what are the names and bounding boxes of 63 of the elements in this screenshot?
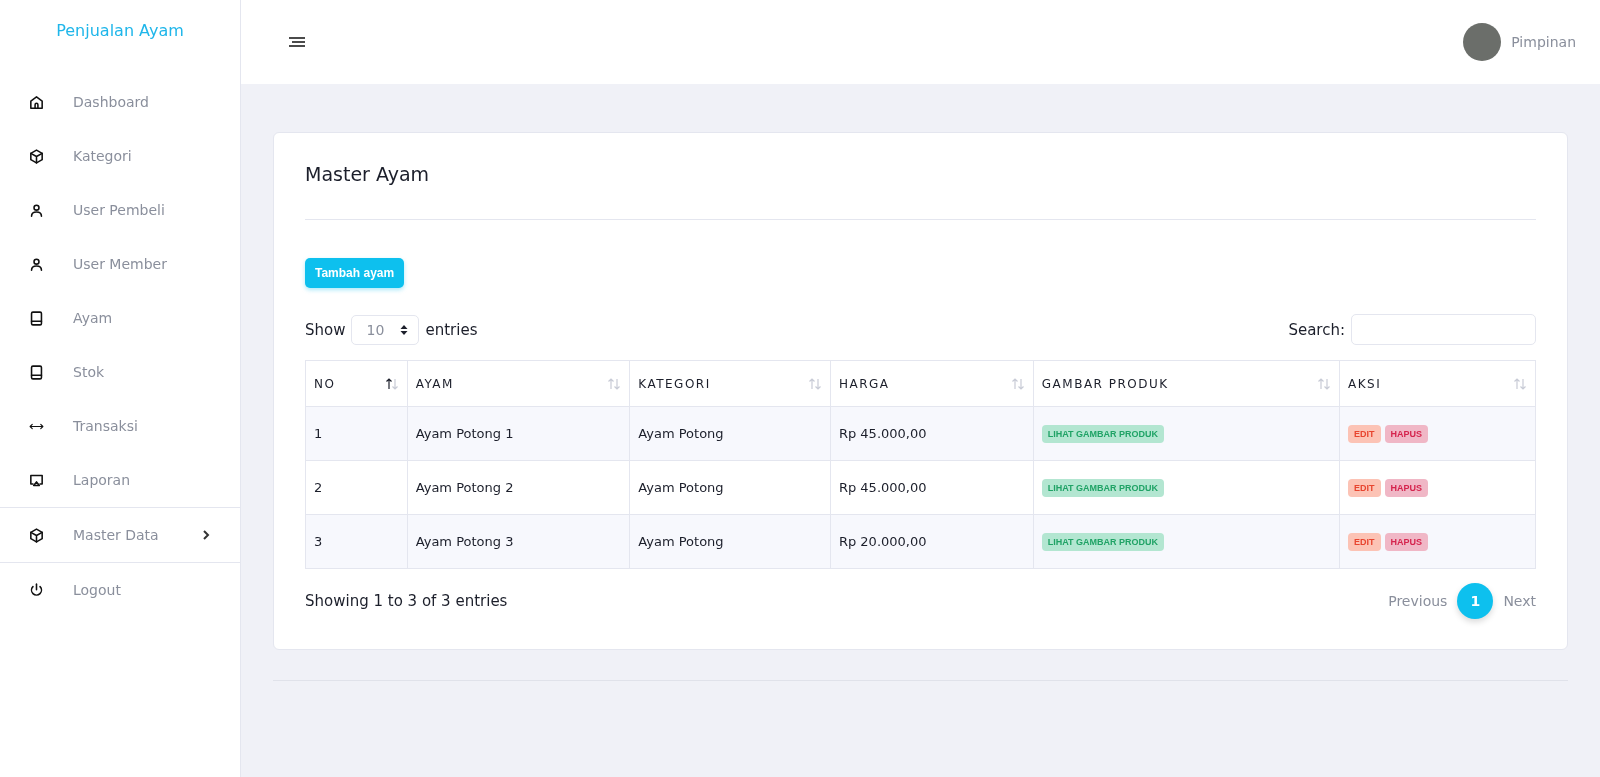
entries-info: Showing 1 to 3 of 3 entries [305, 592, 508, 610]
book-icon [28, 309, 45, 327]
avatar-placeholder[interactable] [1463, 23, 1502, 61]
sidebar-item[interactable]: Dashboard [0, 75, 240, 129]
show-label: Show [305, 320, 346, 339]
table-cell: Ayam Potong 2 [407, 460, 630, 515]
column-header[interactable]: GAMBAR PRODUK [1033, 360, 1340, 407]
delete-button[interactable]: HAPUS [1384, 478, 1429, 497]
next-link[interactable]: Next [1503, 593, 1536, 609]
brand-title[interactable]: Penjualan Ayam [0, 0, 240, 67]
sidebar-item[interactable]: Laporan [0, 453, 240, 507]
search-label: Search: [1288, 320, 1345, 339]
table-cell: Rp 45.000,00 [830, 406, 1034, 461]
sidebar-item[interactable]: User Pembeli [0, 183, 240, 237]
sidebar-item[interactable]: Stok [0, 345, 240, 399]
column-header[interactable]: KATEGORI [629, 360, 831, 407]
sidebar-item[interactable]: Transaksi [0, 399, 240, 453]
view-image-button[interactable]: LIHAT GAMBAR PRODUK [1041, 532, 1165, 551]
entries-label: entries [425, 320, 478, 339]
sidebar-item[interactable]: Logout [0, 562, 240, 617]
view-image-button[interactable]: LIHAT GAMBAR PRODUK [1041, 478, 1165, 497]
column-header[interactable]: NO [305, 360, 408, 407]
chevron-icon [200, 529, 212, 541]
user-icon [28, 255, 45, 273]
power-icon [28, 581, 45, 599]
previous-link[interactable]: Previous [1388, 593, 1448, 609]
entries-select[interactable]: 10 [351, 314, 420, 345]
box-icon [28, 526, 45, 544]
delete-button[interactable]: HAPUS [1384, 532, 1429, 551]
delete-button[interactable]: HAPUS [1384, 424, 1429, 443]
table-cell: Ayam Potong [629, 406, 831, 461]
updown-icon [400, 323, 409, 336]
table-cell: 2 [305, 460, 408, 515]
table-cell: Ayam Potong [629, 460, 831, 515]
user-name[interactable]: Pimpinan [1511, 34, 1576, 50]
table-cell: 3 [305, 514, 408, 569]
column-header[interactable]: AYAM [407, 360, 630, 407]
column-header[interactable]: AKSI [1339, 360, 1536, 407]
page-button[interactable]: 1 [1457, 583, 1494, 619]
sidebar-item[interactable]: Master Data [0, 507, 240, 562]
edit-button[interactable]: EDIT [1348, 532, 1381, 551]
table-cell: Ayam Potong 1 [407, 406, 630, 461]
sort-icon[interactable] [384, 377, 399, 390]
home-icon [28, 93, 45, 111]
box-icon [28, 147, 45, 165]
edit-button[interactable]: EDIT [1348, 424, 1381, 443]
sidebar-item[interactable]: User Member [0, 237, 240, 291]
column-header[interactable]: HARGA [830, 360, 1034, 407]
view-image-button[interactable]: LIHAT GAMBAR PRODUK [1041, 424, 1165, 443]
book-icon [28, 363, 45, 381]
add-button[interactable]: Tambah ayam [305, 258, 405, 288]
user-icon [28, 201, 45, 219]
table-cell: Rp 45.000,00 [830, 460, 1034, 515]
table-cell: Rp 20.000,00 [830, 514, 1034, 569]
table-cell: 1 [305, 406, 408, 461]
table-cell: Ayam Potong [629, 514, 831, 569]
menu-icon[interactable] [287, 34, 307, 50]
card-title: Master Ayam [305, 163, 1536, 220]
edit-button[interactable]: EDIT [1348, 478, 1381, 497]
sidebar-item[interactable]: Ayam [0, 291, 240, 345]
table-cell: Ayam Potong 3 [407, 514, 630, 569]
search-field[interactable] [1351, 314, 1536, 345]
sidebar-item[interactable]: Kategori [0, 129, 240, 183]
